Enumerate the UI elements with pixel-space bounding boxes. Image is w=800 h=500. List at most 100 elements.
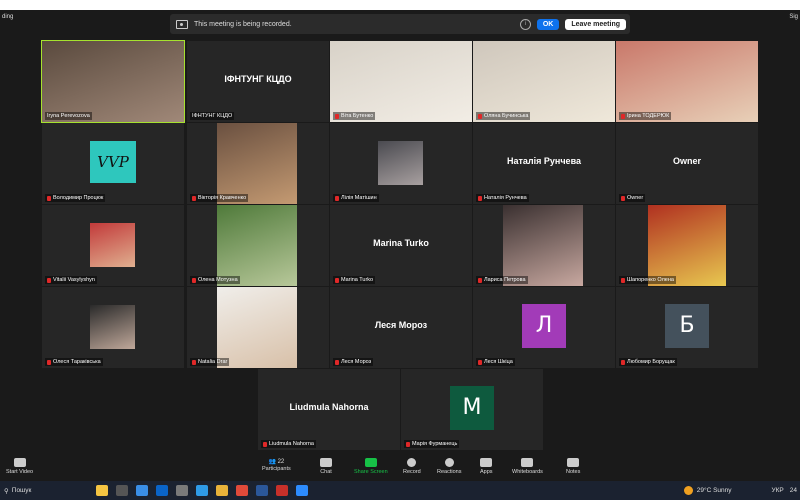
participant-name-label: Vitalii Vasylyshyn (45, 276, 97, 284)
video-tile[interactable]: М Марія Фурманець (401, 369, 543, 450)
video-tile[interactable]: Вікторія Кравченко (187, 123, 329, 204)
video-tile[interactable]: Liudmula Nahorna Liudmula Nahorna (258, 369, 400, 450)
ok-button[interactable]: OK (536, 18, 560, 30)
participant-video (503, 205, 583, 286)
apps-icon (480, 458, 493, 467)
video-tile[interactable]: Iryna Perevozova (41, 40, 185, 123)
participant-video (90, 305, 135, 349)
browser-icon[interactable] (195, 485, 208, 496)
chrome-icon[interactable] (235, 485, 248, 496)
participant-video (378, 141, 423, 185)
share-screen-icon (364, 458, 377, 467)
mic-muted-icon (335, 195, 339, 201)
copilot-icon[interactable] (95, 485, 108, 496)
video-tile[interactable]: Олена Мотузна (187, 205, 329, 286)
meeting-toolbar: Start Video 👥 22 Participants Chat Share… (0, 454, 800, 480)
corner-right-text: Sig (789, 14, 798, 20)
video-tile[interactable]: Олеся Тараківська (42, 287, 184, 368)
participant-name-label: Любомир Борущак (619, 358, 677, 366)
record-button[interactable]: Record (403, 458, 421, 475)
notes-icon (567, 458, 580, 467)
participant-video (648, 205, 726, 286)
mic-muted-icon (335, 359, 339, 365)
participant-name-label: Owner (619, 194, 646, 202)
mic-muted-icon (621, 195, 625, 201)
pdf-icon[interactable] (275, 485, 288, 496)
window-title-bar (0, 0, 800, 10)
video-tile[interactable]: Наталія Рунчева Наталія Рунчева (473, 123, 615, 204)
apps-button[interactable]: Apps (480, 458, 493, 475)
clock[interactable]: 24 (790, 487, 797, 494)
participant-display-name: Owner (672, 156, 701, 166)
video-tile[interactable]: Шапоренко Олена (616, 205, 758, 286)
video-tile[interactable]: ІФНТУНГ КЦДО ІФНТУНГ КЦДО (187, 41, 329, 122)
task-view-icon[interactable] (115, 485, 128, 496)
participant-name-label: Леся Шкіца (476, 358, 515, 366)
language-indicator[interactable]: УКР (772, 487, 784, 494)
mic-muted-icon (192, 277, 196, 283)
video-tile[interactable]: Віта Бутенко (330, 41, 472, 122)
video-tile[interactable]: Лілія Матішин (330, 123, 472, 204)
search-icon[interactable]: ⚲ (4, 487, 9, 495)
participant-name-label: Вікторія Кравченко (190, 194, 249, 202)
store-icon[interactable] (175, 485, 188, 496)
participant-name-label: Лілія Матішин (333, 194, 379, 202)
mic-muted-icon (406, 441, 410, 447)
leave-meeting-button[interactable]: Leave meeting (565, 18, 626, 30)
mic-muted-icon (192, 359, 196, 365)
participant-name-label: Наталія Рунчева (476, 194, 529, 202)
mic-muted-icon (47, 277, 51, 283)
info-icon[interactable]: i (519, 18, 531, 30)
participant-display-name: Наталія Рунчева (507, 156, 581, 166)
mic-muted-icon (478, 113, 482, 119)
participants-button[interactable]: 👥 22 Participants (262, 458, 291, 472)
notes-button[interactable]: Notes (566, 458, 580, 475)
recording-icon (176, 19, 188, 29)
video-tile[interactable]: VVP Володимир Процюк (42, 123, 184, 204)
participant-video (217, 287, 297, 368)
reactions-button[interactable]: Reactions (437, 458, 461, 475)
participant-display-name: Леся Мороз (374, 320, 428, 330)
video-tile[interactable]: Лариса Петрова (473, 205, 615, 286)
camera-off-icon (13, 458, 26, 467)
chat-button[interactable]: Chat (320, 458, 332, 475)
record-icon (407, 458, 417, 467)
whiteboards-button[interactable]: Whiteboards (512, 458, 543, 475)
participant-video (90, 223, 135, 267)
participant-name-label: Віта Бутенко (333, 112, 376, 120)
video-tile[interactable]: Л Леся Шкіца (473, 287, 615, 368)
participant-name-label: Liudmula Nahorna (261, 440, 316, 448)
mic-muted-icon (335, 277, 339, 283)
share-screen-button[interactable]: Share Screen (354, 458, 388, 475)
mic-muted-icon (47, 359, 51, 365)
vvp-logo: VVP (90, 141, 136, 183)
participant-video (42, 41, 184, 122)
participant-name-label: Natalia Drar (190, 358, 230, 366)
participant-video (473, 41, 615, 122)
participant-video (616, 41, 758, 122)
video-tile[interactable]: Оляна Бучинська (473, 41, 615, 122)
participant-display-name: Liudmula Nahorna (289, 402, 369, 412)
video-tile[interactable]: Owner Owner (616, 123, 758, 204)
video-tile[interactable]: Леся Мороз Леся Мороз (330, 287, 472, 368)
participant-name-label: Олеся Тараківська (45, 358, 103, 366)
start-video-button[interactable]: Start Video (6, 458, 33, 475)
file-explorer-icon[interactable] (215, 485, 228, 496)
corner-left-text: ding (2, 14, 14, 20)
edge-icon[interactable] (135, 485, 148, 496)
participant-video (217, 123, 297, 204)
video-tile[interactable]: Ірина ТОДЕРЮК (616, 41, 758, 122)
taskbar-search[interactable]: Пошук (12, 487, 92, 494)
video-tile[interactable]: Marina Turko Marina Turko (330, 205, 472, 286)
word-icon[interactable] (255, 485, 268, 496)
zoom-icon[interactable] (295, 485, 308, 496)
video-tile[interactable]: Б Любомир Борущак (616, 287, 758, 368)
outlook-icon[interactable] (155, 485, 168, 496)
weather-icon (683, 486, 693, 495)
mic-muted-icon (621, 359, 625, 365)
video-tile[interactable]: Vitalii Vasylyshyn (42, 205, 184, 286)
participant-name-label: Marina Turko (333, 276, 376, 284)
mic-muted-icon (478, 195, 482, 201)
participant-name-label: ІФНТУНГ КЦДО (190, 112, 235, 120)
video-tile[interactable]: Natalia Drar (187, 287, 329, 368)
